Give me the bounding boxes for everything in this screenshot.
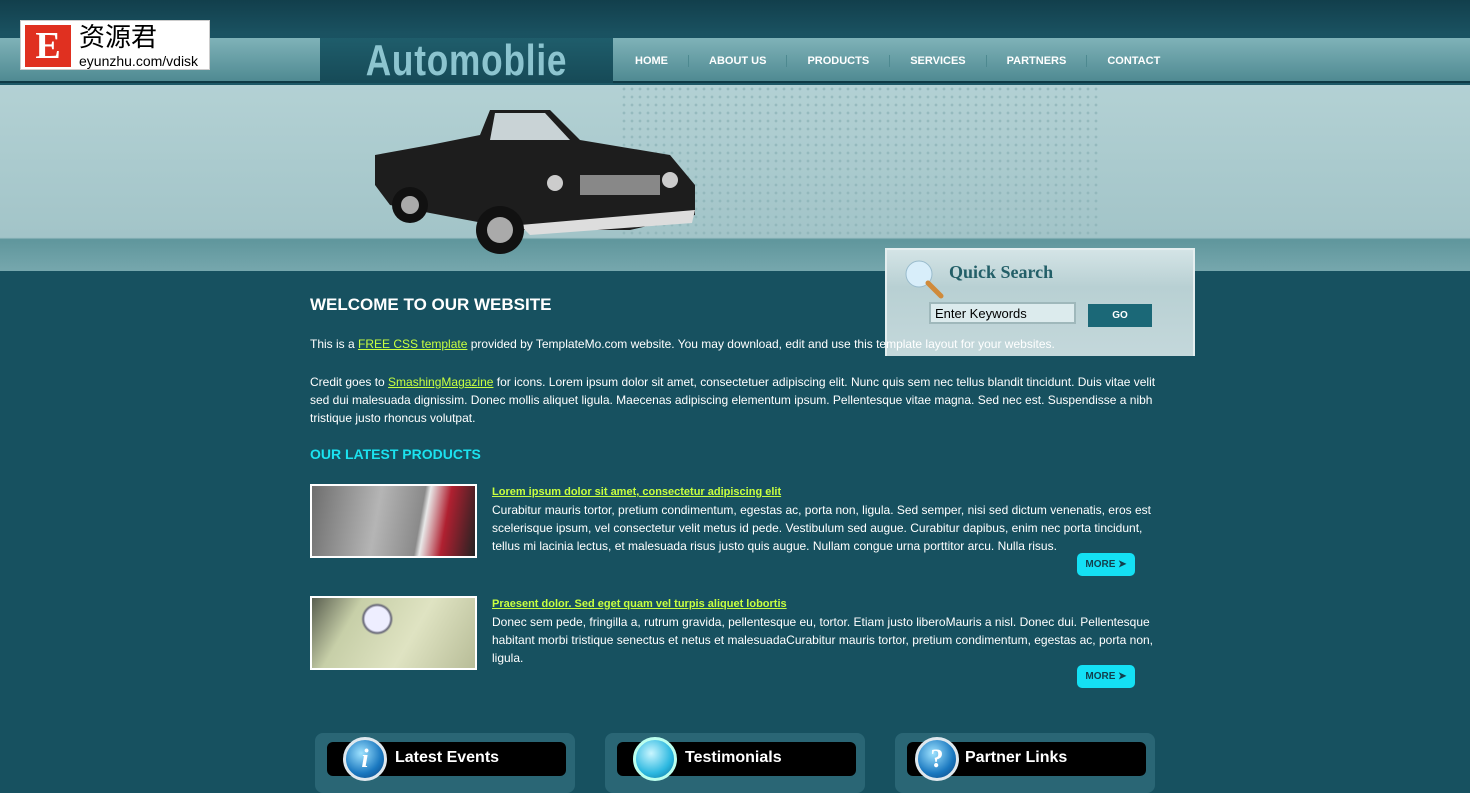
- welcome-paragraph-1: This is a FREE CSS template provided by …: [310, 335, 1160, 353]
- nav-home[interactable]: HOME: [615, 54, 689, 67]
- site-title: Automoblie: [365, 36, 568, 85]
- nav-products[interactable]: PRODUCTS: [787, 54, 891, 67]
- text: This is a: [310, 337, 359, 351]
- main-content: WELCOME TO OUR WEBSITE This is a FREE CS…: [310, 296, 1160, 708]
- welcome-title: WELCOME TO OUR WEBSITE: [310, 295, 552, 314]
- latest-events-box: i Latest Events: [315, 733, 575, 793]
- product-thumbnail[interactable]: [310, 484, 477, 558]
- info-icon: i: [343, 737, 387, 781]
- box-title: Testimonials: [685, 749, 782, 766]
- site-logo[interactable]: Automoblie: [320, 38, 613, 83]
- product-item: Lorem ipsum dolor sit amet, consectetur …: [310, 484, 1160, 596]
- quick-search-title: Quick Search: [949, 262, 1054, 282]
- box-title: Latest Events: [395, 749, 500, 766]
- product-title-link[interactable]: Lorem ipsum dolor sit amet, consectetur …: [492, 483, 1157, 501]
- testimonials-box: Testimonials: [605, 733, 865, 793]
- banner: Quick Search GO: [0, 85, 1470, 356]
- watermark-letter: E: [25, 25, 71, 67]
- more-button[interactable]: MORE ➤: [1077, 665, 1135, 688]
- products-title: OUR LATEST PRODUCTS: [310, 446, 481, 462]
- text: Credit goes to: [310, 375, 389, 389]
- watermark-chinese: 资源君: [79, 23, 158, 53]
- box-title: Partner Links: [965, 749, 1068, 766]
- more-button[interactable]: MORE ➤: [1077, 553, 1135, 576]
- speech-bubble-icon: [633, 737, 677, 781]
- welcome-paragraph-2: Credit goes to SmashingMagazine for icon…: [310, 373, 1160, 427]
- main-nav: HOME ABOUT US PRODUCTS SERVICES PARTNERS…: [615, 38, 1180, 83]
- text: provided by TemplateMo.com website. You …: [467, 337, 1055, 351]
- product-description: Curabitur mauris tortor, pretium condime…: [492, 503, 1151, 553]
- free-css-template-link[interactable]: FREE CSS template: [358, 337, 467, 351]
- product-item: Praesent dolor. Sed eget quam vel turpis…: [310, 596, 1160, 708]
- watermark-logo: E 资源君 eyunzhu.com/vdisk: [20, 20, 210, 70]
- nav-about-us[interactable]: ABOUT US: [689, 54, 788, 67]
- smashing-magazine-link[interactable]: SmashingMagazine: [388, 375, 493, 389]
- product-title-link[interactable]: Praesent dolor. Sed eget quam vel turpis…: [492, 595, 1157, 613]
- watermark-url: eyunzhu.com/vdisk: [79, 53, 199, 69]
- magnifier-icon: [905, 260, 944, 299]
- partner-links-box: ? Partner Links: [895, 733, 1155, 793]
- car-image: [375, 110, 695, 254]
- question-icon: ?: [915, 737, 959, 781]
- product-thumbnail[interactable]: [310, 596, 477, 670]
- nav-services[interactable]: SERVICES: [890, 54, 987, 67]
- nav-partners[interactable]: PARTNERS: [987, 54, 1088, 67]
- product-description: Donec sem pede, fringilla a, rutrum grav…: [492, 615, 1154, 665]
- nav-contact[interactable]: CONTACT: [1087, 55, 1180, 67]
